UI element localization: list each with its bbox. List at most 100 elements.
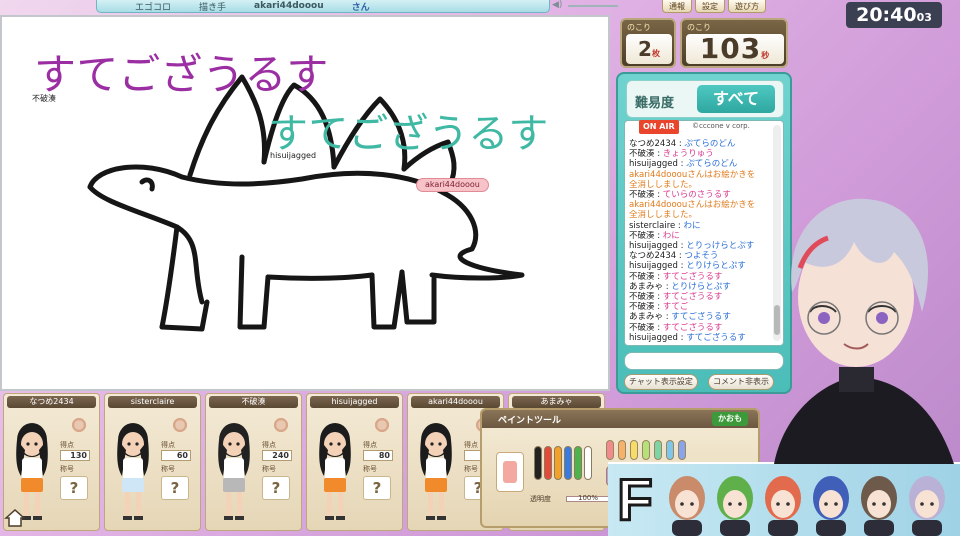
eraser-icon[interactable]: [496, 452, 524, 492]
player-avatar: [420, 423, 452, 520]
remaining-sheets-counter: のこり 2枚: [620, 18, 676, 68]
chat-message: つよそう: [684, 251, 719, 262]
remaining-time-box: 103秒: [686, 34, 784, 64]
clock-seconds: 03: [916, 11, 932, 24]
player-name: hisuijagged: [310, 396, 399, 408]
chat-sender: あまみゃ: [629, 281, 664, 292]
sheets-unit: 枚: [651, 49, 660, 58]
remaining-sheets-box: 2枚: [626, 34, 672, 64]
volume-icon[interactable]: ◀): [552, 0, 566, 11]
chat-message: とりけらとぷす: [686, 261, 746, 272]
player-score: 80: [363, 450, 393, 461]
player-name: sisterclaire: [108, 396, 197, 408]
role-label: 描き手: [199, 2, 227, 13]
howto-button[interactable]: 遊び方: [728, 0, 766, 13]
palette-color-swatch[interactable]: [678, 440, 686, 460]
chat-separator: :: [675, 220, 684, 231]
chat-line: なつめ2434 : ぷてらのどん: [629, 139, 773, 149]
chat-message: きょうりゅう: [662, 149, 714, 160]
paint-tool-header: ペイントツール かおも: [482, 410, 758, 428]
score-label: 得点: [161, 441, 175, 449]
player-avatar: [117, 423, 149, 520]
chat-message: すてござうるす: [686, 332, 746, 343]
flower-icon: [270, 414, 292, 436]
chat-message: すてござうるす: [671, 312, 731, 323]
flower-icon: [169, 414, 191, 436]
chat-sender: なつめ2434: [629, 139, 677, 149]
remaining-label: のこり: [627, 23, 651, 32]
player-title-unknown: ?: [262, 476, 290, 500]
palette-color-swatch[interactable]: [666, 440, 674, 460]
palette-color-swatch[interactable]: [642, 440, 650, 460]
player-stats: 得点 240 称号?: [262, 410, 300, 500]
chat-line: 不破湊 : きょうりゅう: [629, 149, 773, 159]
pen-color-swatch[interactable]: [554, 446, 562, 480]
top-header: エゴコロ 描き手 akari44dooou さん: [96, 0, 550, 13]
paint-tool-title: ペイントツール: [498, 416, 562, 426]
copyright-text: ©cccone v corp.: [692, 122, 750, 130]
score-label: 得点: [262, 441, 276, 449]
seconds-unit: 秒: [761, 51, 771, 60]
chat-message: 全消ししました。: [629, 179, 698, 190]
difficulty-value[interactable]: すべて: [697, 85, 775, 113]
clock-hm: 20:40: [856, 4, 917, 26]
pen-color-swatch[interactable]: [584, 446, 592, 480]
chat-separator: :: [654, 302, 663, 313]
drawing-canvas[interactable]: すてござうるす すてござうるす 不破湊 hisuijagged akari44d…: [0, 15, 610, 391]
player-avatar: [319, 423, 351, 520]
chat-sender: なつめ2434: [629, 251, 677, 262]
pen-color-swatch[interactable]: [534, 446, 542, 480]
chat-sender: hisuijagged: [629, 159, 678, 170]
chat-sender: sisterclaire: [629, 220, 676, 231]
chat-message: とりけらとぷす: [671, 281, 731, 292]
player-score: 240: [262, 450, 292, 461]
chat-separator: :: [677, 159, 687, 170]
pen-color-swatch[interactable]: [544, 446, 552, 480]
game-name: エゴコロ: [135, 2, 172, 13]
title-label: 称号: [363, 465, 377, 473]
player-card[interactable]: hisuijagged 得点 80 称号?: [306, 393, 403, 531]
drawer-name: akari44dooou: [254, 1, 324, 11]
opacity-label: 透明度: [530, 495, 551, 503]
palette-color-swatch[interactable]: [618, 440, 626, 460]
chat-sender: 不破湊: [629, 149, 655, 160]
chat-message: ぷてらのどん: [686, 159, 738, 170]
team-member-portrait: [861, 476, 897, 536]
pen-color-swatch[interactable]: [564, 446, 572, 480]
chat-sender: hisuijagged: [629, 241, 678, 252]
player-title-unknown: ?: [161, 476, 189, 500]
chat-message: すてご: [662, 302, 689, 313]
difficulty-label: 難易度: [635, 96, 675, 111]
palette-color-swatch[interactable]: [654, 440, 662, 460]
player-card[interactable]: 不破湊 得点 240 称号?: [205, 393, 302, 531]
report-button[interactable]: 通報: [662, 0, 692, 13]
volume-slider[interactable]: [568, 5, 618, 7]
top-buttons: 通報 設定 遊び方: [662, 0, 766, 13]
cursor-name-fuwa: 不破湊: [32, 94, 56, 103]
player-stats: 得点 60 称号?: [161, 410, 199, 500]
chat-message: ぷてらのどん: [684, 139, 736, 149]
paint-tool-tab[interactable]: かおも: [712, 412, 748, 426]
on-air-badge: ON AIR: [639, 120, 679, 134]
chat-message: akari44dooouさんはお絵かきを: [629, 169, 756, 180]
chat-message: ていらのさうるす: [662, 190, 731, 201]
palette-color-swatch[interactable]: [606, 440, 614, 460]
home-icon[interactable]: [4, 508, 26, 528]
chat-separator: :: [677, 261, 687, 272]
title-label: 称号: [262, 465, 276, 473]
difficulty-panel: 難易度 すべて: [626, 80, 784, 118]
pen-color-swatch[interactable]: [574, 446, 582, 480]
chat-sender: 不破湊: [629, 271, 655, 282]
chat-message: わに: [662, 230, 680, 241]
flower-icon: [371, 414, 393, 436]
chat-display-settings-button[interactable]: チャット表示設定: [624, 374, 698, 390]
remaining-seconds-value: 103: [699, 32, 762, 65]
chat-sender: 不破湊: [629, 322, 655, 333]
settings-button[interactable]: 設定: [695, 0, 725, 13]
player-title-unknown: ?: [363, 476, 391, 500]
cursor-name-hisui: hisuijagged: [270, 151, 317, 160]
player-title-unknown: ?: [60, 476, 88, 500]
chat-message: わに: [683, 220, 701, 231]
palette-color-swatch[interactable]: [630, 440, 638, 460]
player-card[interactable]: sisterclaire 得点 60 称号?: [104, 393, 201, 531]
